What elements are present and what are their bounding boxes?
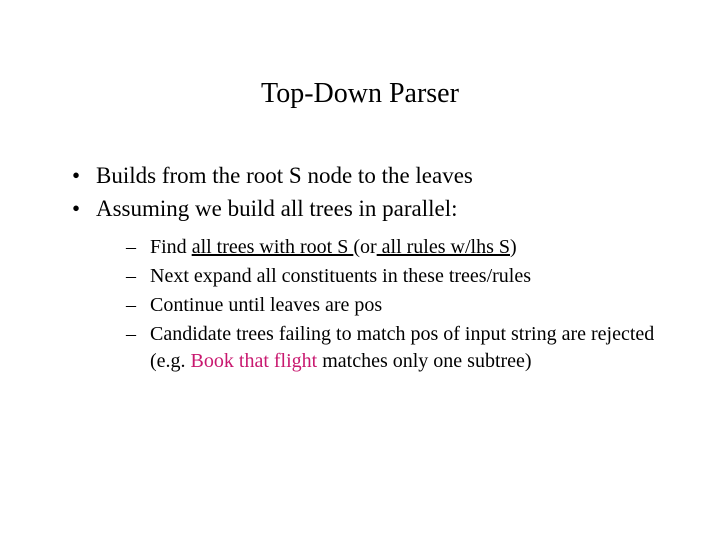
slide: Top-Down Parser Builds from the root S n… <box>0 0 720 540</box>
sub-text: matches only one subtree) <box>317 350 531 372</box>
sub-bullet-item: Candidate trees failing to match pos of … <box>126 321 660 375</box>
sub-text: Next expand all constituents in these tr… <box>150 265 531 287</box>
sub-text: Find <box>150 236 192 258</box>
slide-body: Builds from the root S node to the leave… <box>70 160 660 377</box>
slide-title: Top-Down Parser <box>0 78 720 110</box>
sub-text-underline: all rules w/lhs S <box>377 236 510 258</box>
sub-bullet-list: Find all trees with root S (or all rules… <box>96 234 660 375</box>
sub-text: Continue until leaves are pos <box>150 294 382 316</box>
bullet-text: Builds from the root S node to the leave… <box>96 163 473 188</box>
sub-bullet-item: Find all trees with root S (or all rules… <box>126 234 660 261</box>
bullet-text: Assuming we build all trees in parallel: <box>96 196 458 221</box>
sub-text-emphasis: Book that flight <box>191 350 318 372</box>
sub-bullet-item: Continue until leaves are pos <box>126 292 660 319</box>
bullet-item: Builds from the root S node to the leave… <box>70 160 660 191</box>
bullet-list: Builds from the root S node to the leave… <box>70 160 660 375</box>
bullet-item: Assuming we build all trees in parallel:… <box>70 193 660 375</box>
sub-bullet-item: Next expand all constituents in these tr… <box>126 263 660 290</box>
sub-text-underline: all trees with root S <box>192 236 354 258</box>
sub-text: (or <box>353 236 376 258</box>
sub-text: ) <box>510 236 517 258</box>
